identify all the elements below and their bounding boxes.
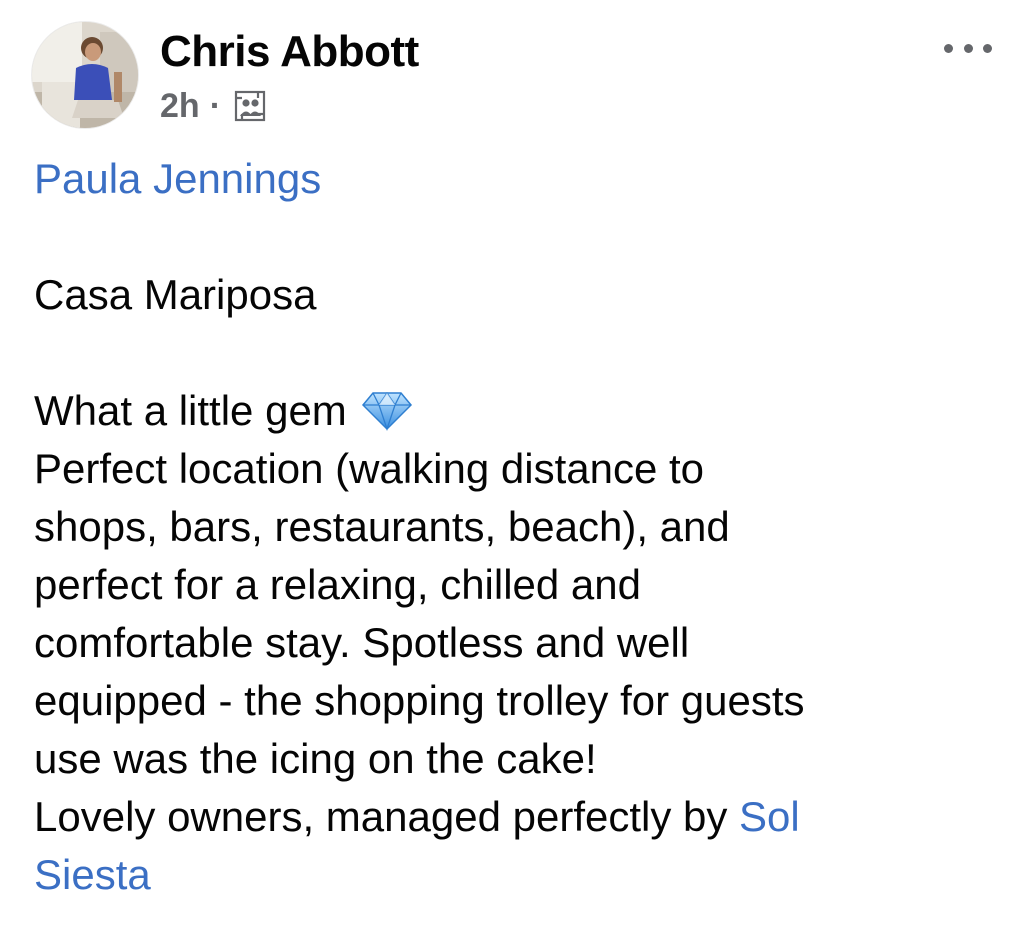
- body-line-1: What a little gem: [34, 387, 347, 434]
- place-name: Casa Mariposa: [34, 271, 317, 318]
- gem-stone-icon: [361, 388, 413, 432]
- sol-siesta-link-part1[interactable]: Sol: [739, 793, 800, 840]
- body-line-2: Perfect location (walking distance to: [34, 445, 705, 492]
- body-line-9: Siesta: [34, 846, 994, 904]
- post-meta: 2h ·: [160, 84, 267, 128]
- body-line-8-text: Lovely owners, managed perfectly by: [34, 793, 740, 840]
- body-line-8: Lovely owners, managed perfectly by Sol: [34, 788, 994, 846]
- tagged-photo-icon[interactable]: [233, 89, 267, 123]
- post-time[interactable]: 2h: [160, 87, 200, 126]
- meta-separator: ·: [209, 86, 222, 125]
- body-line-3: shops, bars, restaurants, beach), and: [34, 503, 730, 550]
- avatar[interactable]: [32, 22, 138, 128]
- avatar-photo: [32, 22, 138, 128]
- body-line: What a little gem: [34, 382, 994, 440]
- body-line-7: use was the icing on the cake!: [34, 735, 597, 782]
- more-options-icon[interactable]: [944, 36, 992, 60]
- body-line-6: equipped - the shopping trolley for gues…: [34, 677, 805, 724]
- author-name[interactable]: Chris Abbott: [160, 26, 419, 78]
- sol-siesta-link-part2[interactable]: Siesta: [34, 851, 151, 898]
- mention-link[interactable]: Paula Jennings: [34, 155, 321, 202]
- more-dot: [963, 43, 973, 53]
- body-line-5: comfortable stay. Spotless and well: [34, 619, 690, 666]
- more-dot: [983, 43, 992, 53]
- body-line-4: perfect for a relaxing, chilled and: [34, 561, 642, 608]
- more-dot: [944, 43, 953, 53]
- post-body: Paula Jennings Casa Mariposa What a litt…: [34, 150, 994, 904]
- facebook-post: Chris Abbott 2h · Paula Jennings Casa Ma…: [0, 0, 1024, 936]
